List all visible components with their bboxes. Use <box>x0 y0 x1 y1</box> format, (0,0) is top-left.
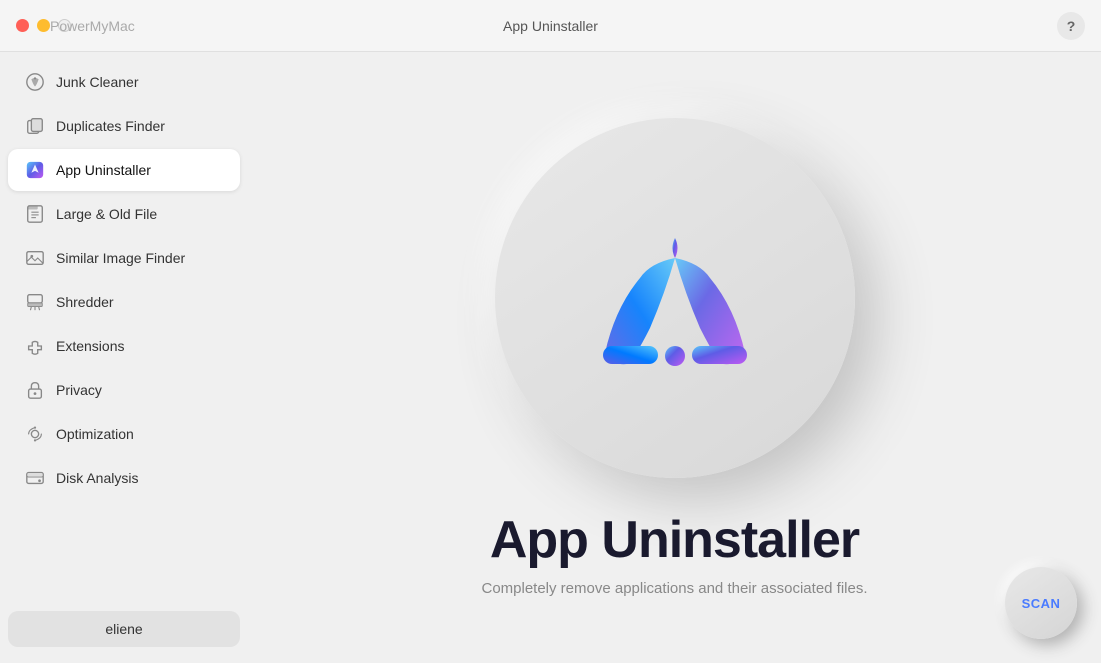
sidebar-item-extensions[interactable]: Extensions <box>8 325 240 367</box>
scan-button[interactable]: SCAN <box>1005 567 1077 639</box>
sidebar-item-similar-image-finder[interactable]: Similar Image Finder <box>8 237 240 279</box>
large-file-icon <box>24 203 46 225</box>
disk-icon <box>24 467 46 489</box>
scan-button-container: SCAN <box>1005 567 1077 639</box>
content-subtitle: Completely remove applications and their… <box>481 580 867 597</box>
sidebar-label-privacy: Privacy <box>56 382 102 398</box>
duplicates-icon <box>24 115 46 137</box>
sidebar-user-section: eliene <box>0 603 248 655</box>
sidebar-item-optimization[interactable]: Optimization <box>8 413 240 455</box>
sidebar: Junk Cleaner Duplicates Finder <box>0 52 248 663</box>
minimize-button[interactable] <box>37 19 50 32</box>
optimization-icon <box>24 423 46 445</box>
sidebar-label-optimization: Optimization <box>56 426 134 442</box>
app-uninstaller-icon <box>24 159 46 181</box>
sidebar-label-disk-analysis: Disk Analysis <box>56 470 138 486</box>
sidebar-item-privacy[interactable]: Privacy <box>8 369 240 411</box>
help-button[interactable]: ? <box>1057 12 1085 40</box>
privacy-icon <box>24 379 46 401</box>
sidebar-item-disk-analysis[interactable]: Disk Analysis <box>8 457 240 499</box>
shredder-icon <box>24 291 46 313</box>
sidebar-label-extensions: Extensions <box>56 338 124 354</box>
sidebar-label-shredder: Shredder <box>56 294 114 310</box>
sidebar-item-app-uninstaller[interactable]: App Uninstaller <box>8 149 240 191</box>
extensions-icon <box>24 335 46 357</box>
close-button[interactable] <box>16 19 29 32</box>
sidebar-item-large-old-file[interactable]: Large & Old File <box>8 193 240 235</box>
content-title: App Uninstaller <box>490 510 859 570</box>
main-layout: Junk Cleaner Duplicates Finder <box>0 52 1101 663</box>
sidebar-label-app-uninstaller: App Uninstaller <box>56 162 151 178</box>
sidebar-label-junk-cleaner: Junk Cleaner <box>56 74 139 90</box>
image-icon <box>24 247 46 269</box>
user-button[interactable]: eliene <box>8 611 240 647</box>
sidebar-item-shredder[interactable]: Shredder <box>8 281 240 323</box>
sidebar-item-junk-cleaner[interactable]: Junk Cleaner <box>8 61 240 103</box>
app-icon-circle <box>495 118 855 478</box>
sidebar-label-duplicates-finder: Duplicates Finder <box>56 118 165 134</box>
app-name-label: PowerMyMac <box>50 18 135 34</box>
content-area: App Uninstaller Completely remove applic… <box>248 52 1101 663</box>
junk-icon <box>24 71 46 93</box>
title-bar: PowerMyMac App Uninstaller ? <box>0 0 1101 52</box>
sidebar-label-large-old-file: Large & Old File <box>56 206 157 222</box>
sidebar-item-duplicates-finder[interactable]: Duplicates Finder <box>8 105 240 147</box>
window-title: App Uninstaller <box>503 18 598 34</box>
sidebar-label-similar-image-finder: Similar Image Finder <box>56 250 185 266</box>
app-logo-svg <box>585 208 765 388</box>
